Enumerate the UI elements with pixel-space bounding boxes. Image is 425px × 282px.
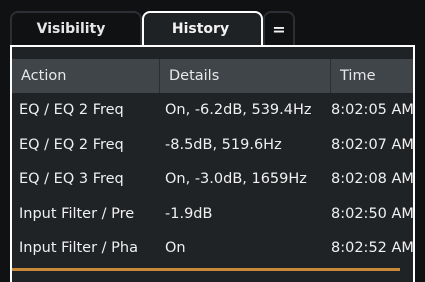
column-header-action[interactable]: Action (12, 59, 160, 93)
table-header: Action Details Time (12, 59, 413, 93)
history-panel: Action Details Time EQ / EQ 2 Freq On, -… (10, 45, 415, 282)
column-header-details[interactable]: Details (160, 59, 331, 93)
tab-bar: Visibility History = (0, 0, 425, 45)
tab-history[interactable]: History (142, 11, 263, 45)
tab-visibility[interactable]: Visibility (10, 11, 142, 45)
cell-action: EQ / EQ 3 Freq (19, 171, 124, 187)
cell-details: -8.5dB, 519.6Hz (165, 136, 282, 153)
cell-action: EQ / EQ 2 Freq (19, 136, 124, 153)
history-list: EQ / EQ 2 Freq On, -6.2dB, 539.4Hz 8:02:… (12, 93, 413, 266)
current-state-marker (12, 268, 400, 271)
tab-visibility-label: Visibility (36, 21, 106, 37)
cell-details: On (165, 240, 186, 256)
table-row[interactable]: EQ / EQ 2 Freq On, -6.2dB, 539.4Hz 8:02:… (12, 93, 413, 128)
cell-time: 8:02:07 AM (331, 136, 413, 153)
cell-action: Input Filter / Pre (19, 205, 135, 222)
table-row[interactable]: EQ / EQ 3 Freq On, -3.0dB, 1659Hz 8:02:0… (12, 162, 413, 197)
cell-time: 8:02:50 AM (331, 205, 413, 222)
cell-time: 8:02:05 AM (331, 102, 413, 118)
cell-time: 8:02:08 AM (331, 171, 413, 187)
table-row[interactable]: Input Filter / Pha On 8:02:52 AM (12, 231, 413, 266)
tab-history-label: History (171, 21, 230, 37)
table-row[interactable]: Input Filter / Pre -1.9dB 8:02:50 AM (12, 197, 413, 232)
column-header-time[interactable]: Time (331, 59, 413, 93)
cell-action: EQ / EQ 2 Freq (19, 102, 124, 118)
cell-action: Input Filter / Pha (19, 240, 138, 256)
tab-menu[interactable]: = (263, 11, 295, 45)
menu-icon: = (272, 19, 286, 39)
cell-details: On, -3.0dB, 1659Hz (165, 171, 307, 187)
cell-details: -1.9dB (165, 205, 213, 222)
cell-details: On, -6.2dB, 539.4Hz (165, 102, 312, 118)
cell-time: 8:02:52 AM (331, 240, 413, 256)
table-row[interactable]: EQ / EQ 2 Freq -8.5dB, 519.6Hz 8:02:07 A… (12, 128, 413, 163)
